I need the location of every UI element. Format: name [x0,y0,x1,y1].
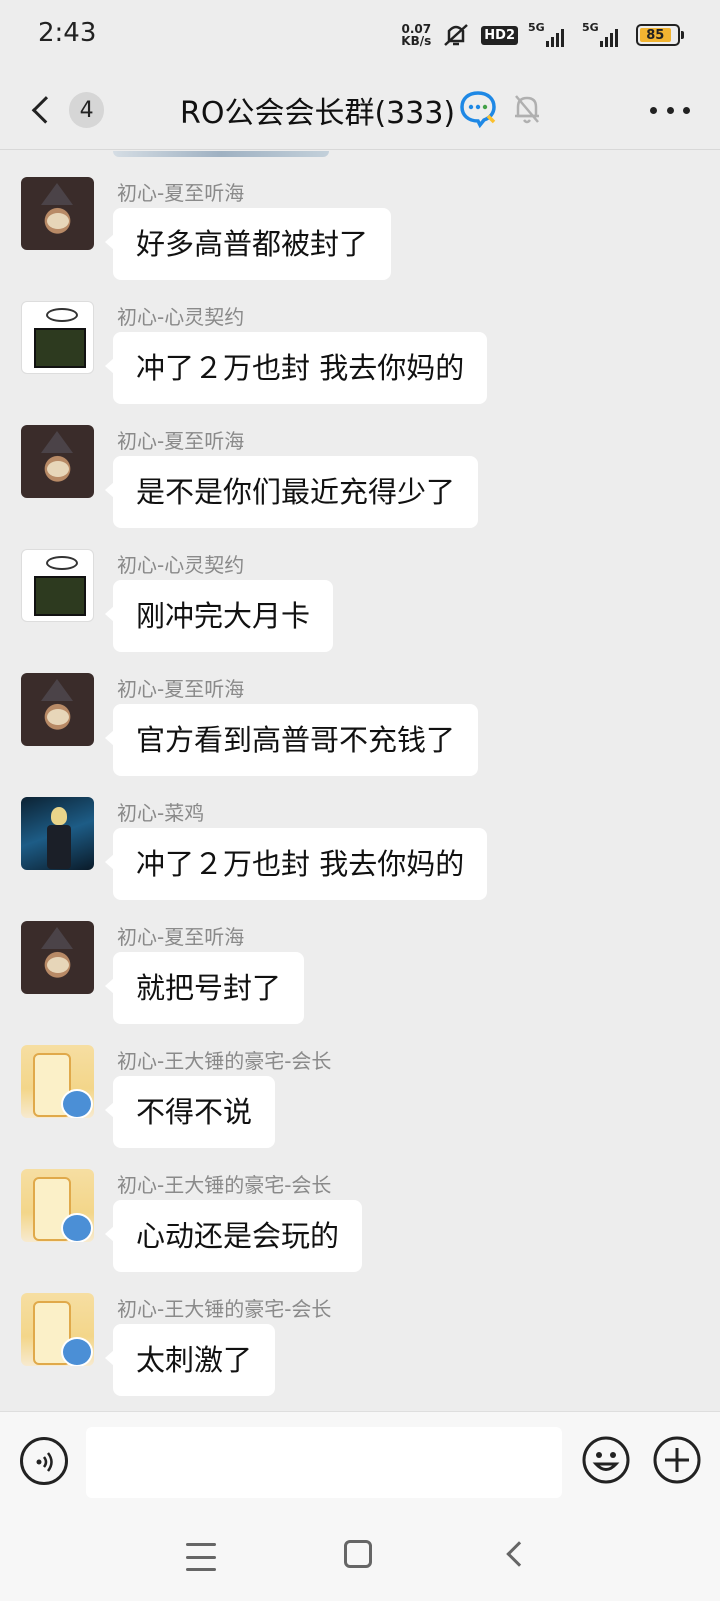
message-bubble[interactable]: 冲了２万也封 我去你妈的 [104,828,488,900]
sender-name: 初心-王大锤的豪宅-会长 [117,1173,332,1197]
back-button[interactable]: 4 [24,88,104,132]
message-item: 初心-夏至听海 是不是你们最近充得少了 [0,399,720,528]
sender-name: 初心-心灵契约 [117,553,245,577]
sender-name: 初心-王大锤的豪宅-会长 [117,1297,332,1321]
plus-icon[interactable] [652,1435,702,1485]
message-item: 初心-王大锤的豪宅-会长 太刺激了 [0,1267,720,1396]
sender-name: 初心-夏至听海 [117,429,245,453]
voice-button[interactable] [20,1437,68,1485]
sender-name: 初心-心灵契约 [117,305,245,329]
chat-header: 4 RO公会会长群(333) [0,70,720,150]
message-bubble[interactable]: 是不是你们最近充得少了 [104,456,479,528]
avatar[interactable] [21,673,94,746]
avatar[interactable] [21,177,94,250]
message-bubble[interactable]: 官方看到高普哥不充钱了 [104,704,479,776]
message-bubble[interactable]: 就把号封了 [104,952,305,1024]
message-bubble[interactable]: 心动还是会玩的 [104,1200,363,1272]
avatar[interactable] [21,301,94,374]
message-item: 初心-心灵契约 冲了２万也封 我去你妈的 [0,275,720,404]
mute-bell-icon [515,95,539,124]
message-item: 初心-夏至听海 官方看到高普哥不充钱了 [0,647,720,776]
status-icons: 0.07 KB/s HD2 5G 5G 85 [401,20,684,50]
message-bubble[interactable]: 不得不说 [104,1076,276,1148]
sender-name: 初心-王大锤的豪宅-会长 [117,1049,332,1073]
chat-title[interactable]: RO公会会长群(333) [180,88,455,132]
message-bubble[interactable]: 冲了２万也封 我去你妈的 [104,332,488,404]
avatar[interactable] [21,1169,94,1242]
chevron-left-icon [31,96,60,124]
vibrate-off-icon [444,24,469,46]
menu-icon[interactable] [186,1543,216,1571]
battery-icon: 85 [636,24,684,46]
message-bubble[interactable]: 好多高普都被封了 [104,208,392,280]
system-nav-bar [0,1515,720,1601]
group-chat-icon[interactable] [458,88,498,128]
sender-name: 初心-夏至听海 [117,181,245,205]
avatar[interactable] [21,921,94,994]
sender-name: 初心-夏至听海 [117,925,245,949]
hd-icon: HD2 [481,25,518,45]
home-icon[interactable] [344,1540,372,1568]
avatar[interactable] [21,425,94,498]
input-bar [0,1411,720,1515]
sender-name: 初心-夏至听海 [117,677,245,701]
message-item: 初心-夏至听海 就把号封了 [0,895,720,1024]
sender-name: 初心-菜鸡 [117,801,205,825]
message-item: 初心-夏至听海 好多高普都被封了 [0,151,720,280]
avatar[interactable] [21,1293,94,1366]
avatar[interactable] [21,549,94,622]
avatar[interactable] [21,1045,94,1118]
message-item: 初心-王大锤的豪宅-会长 心动还是会玩的 [0,1143,720,1272]
more-icon [650,106,657,114]
nav-back-icon[interactable] [506,1541,532,1567]
message-input[interactable] [86,1427,562,1498]
message-item: 初心-菜鸡 冲了２万也封 我去你妈的 [0,771,720,900]
battery-level: 85 [640,28,671,43]
message-item: 初心-王大锤的豪宅-会长 不得不说 [0,1019,720,1148]
message-item: 初心-心灵契约 刚冲完大月卡 [0,523,720,652]
signal-sim1-icon: 5G [528,21,572,47]
status-time: 2:43 [38,18,97,48]
network-speed: 0.07 KB/s [401,22,432,48]
status-bar: 2:43 0.07 KB/s HD2 5G 5G 85 [0,0,720,70]
voice-icon [36,1452,53,1472]
message-bubble[interactable]: 刚冲完大月卡 [104,580,334,652]
more-button[interactable] [650,90,690,130]
message-list[interactable]: 初心-夏至听海 好多高普都被封了 初心-心灵契约 冲了２万也封 我去你妈的 初心… [0,151,720,1411]
signal-sim2-icon: 5G [582,21,626,47]
unread-count-badge: 4 [69,92,104,128]
emoji-icon[interactable] [581,1435,631,1485]
avatar[interactable] [21,797,94,870]
message-bubble[interactable]: 太刺激了 [104,1324,276,1396]
